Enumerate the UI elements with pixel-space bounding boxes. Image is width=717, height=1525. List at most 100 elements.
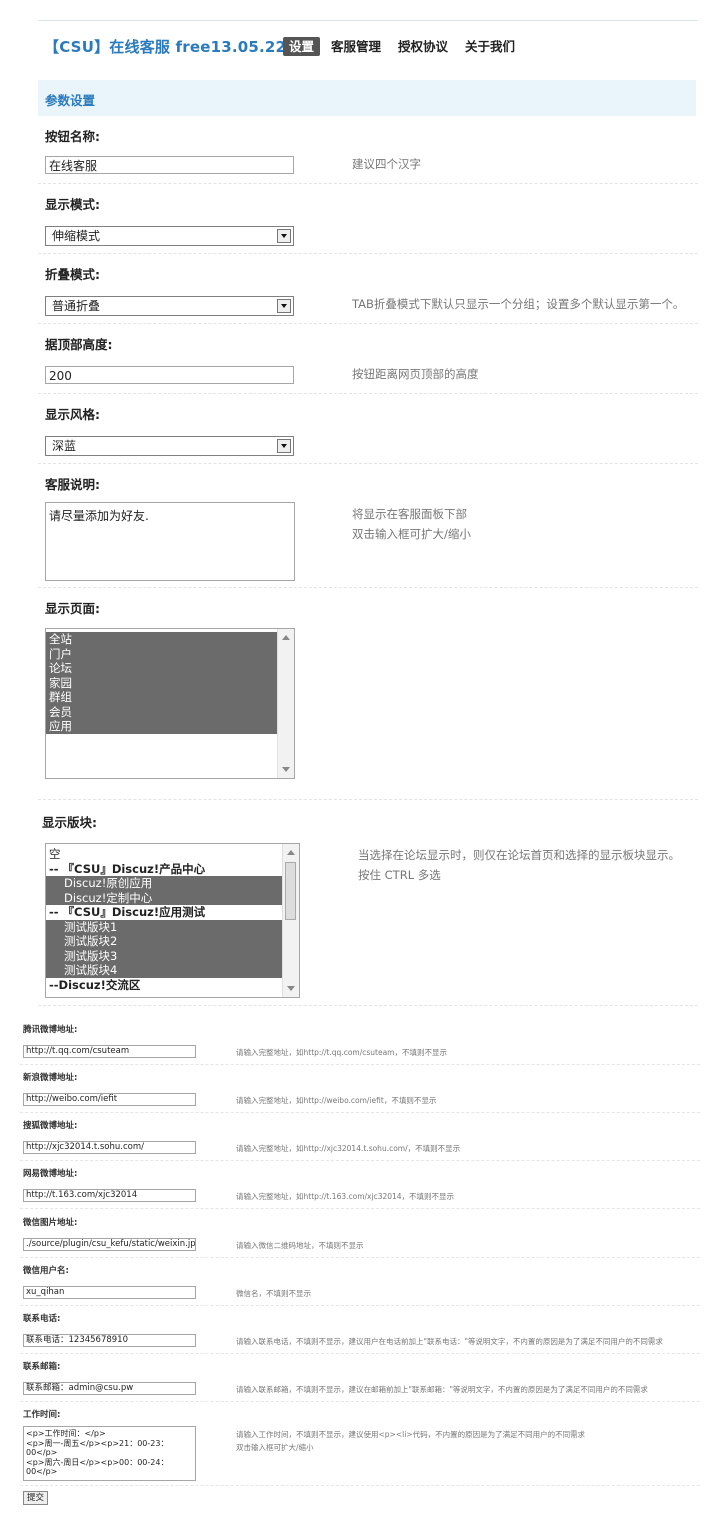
divider: [20, 1401, 700, 1402]
divider: [20, 1485, 700, 1486]
tab-settings[interactable]: 设置: [283, 37, 321, 56]
service-desc-textarea[interactable]: 请尽量添加为好友.: [45, 502, 295, 581]
field-input[interactable]: 联系电话：12345678910: [23, 1334, 196, 1347]
divider: [38, 587, 698, 588]
display-style-select[interactable]: 深蓝: [45, 436, 294, 456]
fold-mode-select[interactable]: 普通折叠: [45, 296, 294, 316]
field-hint: 微信名，不填则不显示: [236, 1289, 311, 1298]
list-option[interactable]: 群组: [46, 690, 277, 705]
display-mode-label: 显示模式:: [45, 197, 100, 212]
scroll-down-icon[interactable]: [287, 986, 295, 991]
list-option[interactable]: 论坛: [46, 661, 277, 676]
chevron-down-icon[interactable]: [277, 299, 291, 313]
display-mode-value: 伸缩模式: [52, 229, 101, 243]
display-mode-select[interactable]: 伸缩模式: [45, 226, 294, 246]
list-option[interactable]: 测试版块4: [46, 963, 282, 978]
button-name-hint: 建议四个汉字: [352, 157, 421, 171]
field-label: 微信图片地址:: [23, 1218, 78, 1228]
divider: [20, 1160, 700, 1161]
divider: [20, 1208, 700, 1209]
field-hint: 请输入完整地址，如http://weibo.com/iefit，不填则不显示: [236, 1096, 437, 1105]
divider: [38, 183, 698, 184]
display-forums-label: 显示版块:: [42, 815, 97, 830]
divider: [20, 1257, 700, 1258]
button-name-input[interactable]: 在线客服: [45, 156, 294, 174]
display-pages-listbox[interactable]: 全站 门户 论坛 家园 群组 会员 应用: [45, 628, 295, 779]
field-label: 腾讯微博地址:: [23, 1025, 78, 1035]
list-option[interactable]: 全站: [46, 632, 277, 647]
field-label: 联系电话:: [23, 1314, 61, 1324]
chevron-down-icon[interactable]: [277, 439, 291, 453]
divider: [38, 393, 698, 394]
list-option[interactable]: 空: [46, 847, 282, 862]
field-input[interactable]: ./source/plugin/csu_kefu/static/weixin.j…: [23, 1238, 196, 1251]
list-option[interactable]: 测试版块3: [46, 948, 282, 963]
divider: [20, 1353, 700, 1354]
section-title: 参数设置: [45, 93, 96, 108]
list-option[interactable]: 测试版块2: [46, 934, 282, 949]
list-group-header[interactable]: --Discuz!交流区: [46, 978, 282, 993]
field-label: 搜狐微博地址:: [23, 1121, 78, 1131]
list-option[interactable]: 会员: [46, 704, 277, 719]
fold-mode-label: 折叠模式:: [45, 267, 100, 282]
display-forums-hint: 当选择在论坛显示时，则仅在论坛首页和选择的显示板块显示。: [358, 848, 680, 862]
list-option[interactable]: Discuz!原创应用: [46, 876, 282, 891]
top-border: [38, 20, 698, 21]
field-input[interactable]: http://xjc32014.t.sohu.com/: [23, 1141, 196, 1154]
list-group-header[interactable]: -- 『CSU』Discuz!应用测试: [46, 905, 282, 920]
list-option[interactable]: 测试版块1: [46, 919, 282, 934]
top-height-hint: 按钮距离网页顶部的高度: [352, 367, 479, 381]
button-name-label: 按钮名称:: [45, 129, 100, 144]
list-option[interactable]: 家园: [46, 675, 277, 690]
top-height-input[interactable]: 200: [45, 366, 294, 384]
display-forums-listbox[interactable]: 空 -- 『CSU』Discuz!产品中心 Discuz!原创应用 Discuz!定制…: [45, 843, 300, 998]
top-height-label: 据顶部高度:: [45, 337, 113, 352]
divider: [38, 799, 698, 800]
field-label: 新浪微博地址:: [23, 1073, 78, 1083]
divider: [38, 253, 698, 254]
work-time-hint-2: 双击输入框可扩大/缩小: [236, 1443, 314, 1452]
work-time-label: 工作时间:: [23, 1410, 61, 1420]
work-time-textarea[interactable]: <p>工作时间：</p> <p>周一-周五</p><p>21：00-23：00<…: [23, 1426, 196, 1481]
field-input[interactable]: http://t.163.com/xjc32014: [23, 1189, 196, 1202]
field-hint: 请输入微信二维码地址，不填则不显示: [236, 1241, 364, 1250]
display-forums-hint-2: 按住 CTRL 多选: [358, 868, 441, 882]
field-input[interactable]: 联系邮箱：admin@csu.pw: [23, 1382, 196, 1395]
scroll-up-icon[interactable]: [287, 850, 295, 855]
divider: [38, 1005, 698, 1006]
list-option[interactable]: 应用: [46, 719, 277, 734]
fold-mode-hint: TAB折叠模式下默认只显示一个分组；设置多个默认显示第一个。: [352, 297, 685, 311]
field-hint: 请输入联系邮箱，不填则不显示，建议在邮箱前加上"联系邮箱："等说明文字，不内置的…: [236, 1385, 648, 1394]
section-header: 参数设置: [38, 80, 696, 116]
tab-service-management[interactable]: 客服管理: [327, 37, 385, 56]
field-label: 微信用户名:: [23, 1266, 69, 1276]
scrollbar[interactable]: [277, 629, 294, 778]
tab-about-us[interactable]: 关于我们: [461, 37, 519, 56]
divider: [20, 1064, 700, 1065]
tab-license[interactable]: 授权协议: [394, 37, 452, 56]
display-style-label: 显示风格:: [45, 407, 100, 422]
list-group-header[interactable]: -- 『CSU』Discuz!产品中心: [46, 862, 282, 877]
scrollbar[interactable]: [282, 844, 299, 997]
divider: [20, 1112, 700, 1113]
service-desc-hint-2: 双击输入框可扩大/缩小: [352, 527, 471, 541]
scroll-thumb[interactable]: [285, 862, 296, 920]
list-option[interactable]: Discuz!定制中心: [46, 890, 282, 905]
list-option[interactable]: 门户: [46, 646, 277, 661]
display-style-value: 深蓝: [52, 439, 77, 453]
chevron-down-icon[interactable]: [277, 229, 291, 243]
field-input[interactable]: xu_qihan: [23, 1286, 196, 1299]
service-desc-hint: 将显示在客服面板下部: [352, 507, 467, 521]
field-hint: 请输入完整地址，如http://t.163.com/xjc32014，不填则不显…: [236, 1192, 455, 1201]
scroll-down-icon[interactable]: [282, 767, 290, 772]
scroll-up-icon[interactable]: [282, 635, 290, 640]
fold-mode-value: 普通折叠: [52, 299, 101, 313]
field-input[interactable]: http://t.qq.com/csuteam: [23, 1045, 196, 1058]
plugin-title: 【CSU】在线客服 free13.05.22: [44, 38, 287, 56]
submit-button[interactable]: 提交: [23, 1491, 48, 1505]
work-time-hint: 请输入工作时间，不填则不显示，建议使用<p><li>代码，不内置的原因是为了满足…: [236, 1430, 586, 1439]
divider: [38, 323, 698, 324]
service-desc-label: 客服说明:: [45, 477, 100, 492]
field-input[interactable]: http://weibo.com/iefit: [23, 1093, 196, 1106]
divider: [20, 1305, 700, 1306]
